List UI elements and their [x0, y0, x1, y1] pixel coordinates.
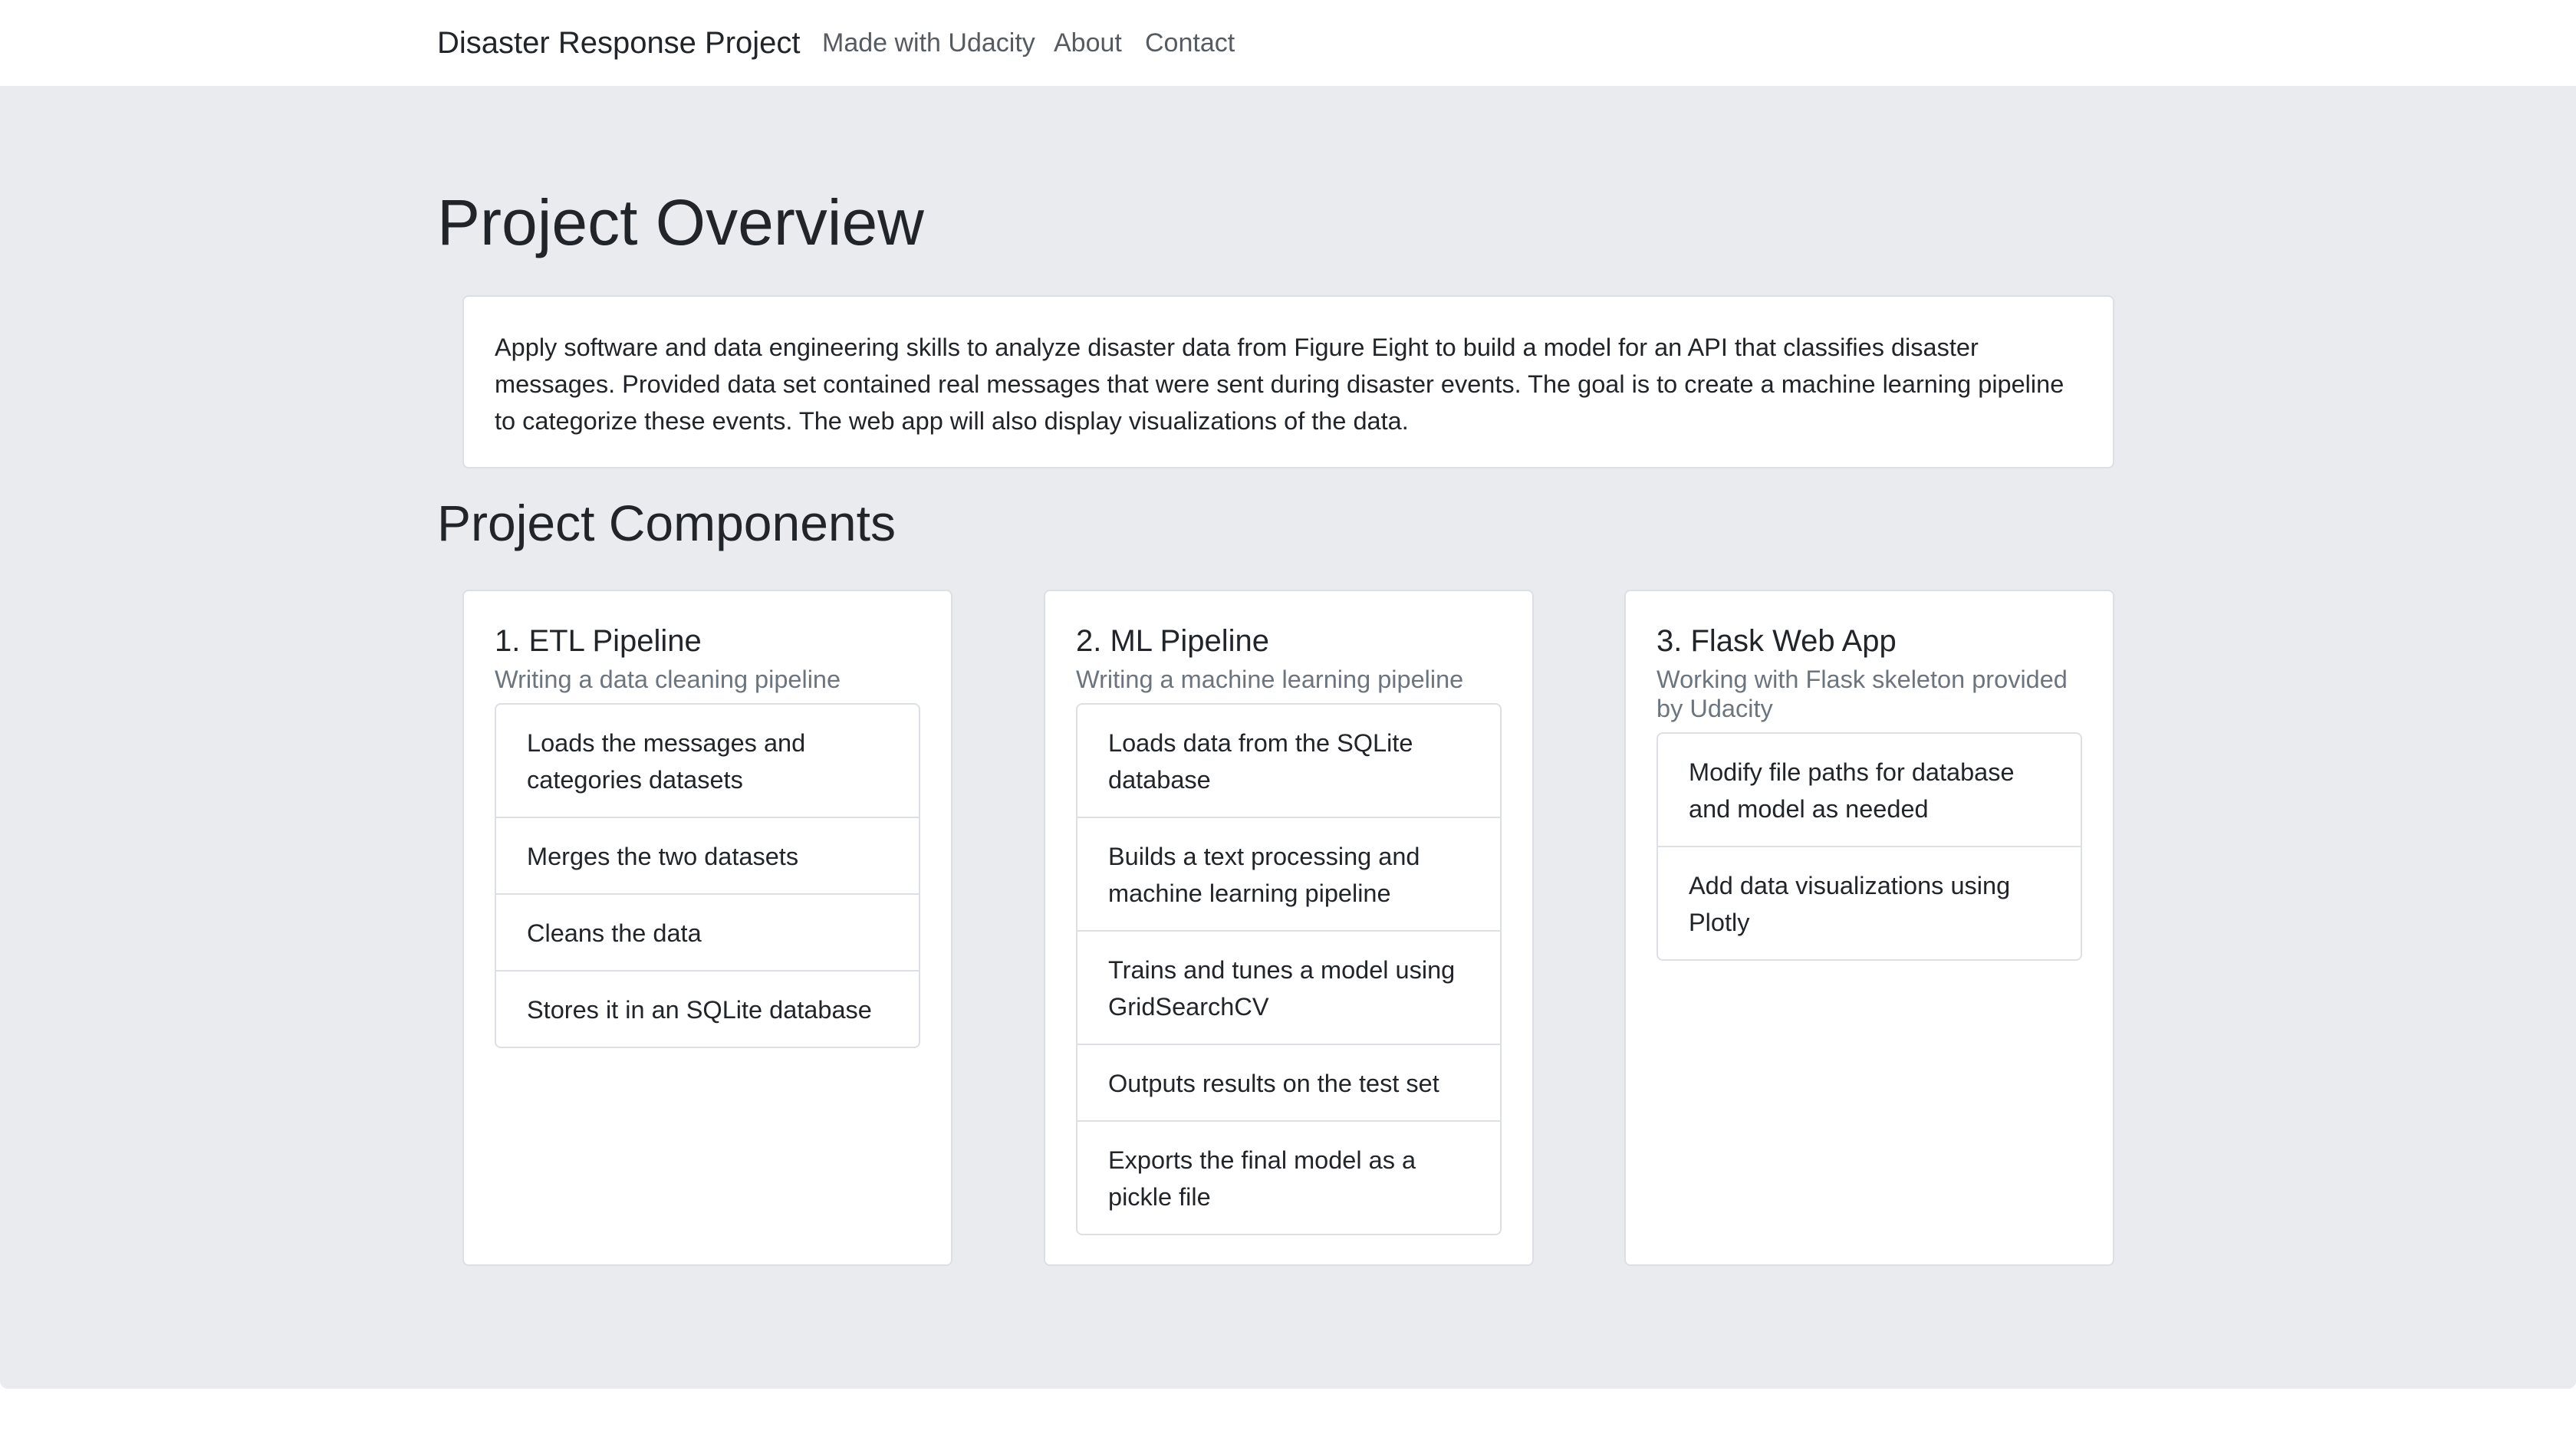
nav-link-made-with-udacity[interactable]: Made with Udacity	[822, 26, 1035, 60]
card-title: 3. Flask Web App	[1656, 624, 1897, 658]
list-item: Stores it in an SQLite database	[496, 970, 919, 1047]
card-subtitle: Working with Flask skeleton provided by …	[1656, 666, 2068, 722]
section-title-components: Project Components	[437, 495, 896, 551]
list-item: Trains and tunes a model using GridSearc…	[1077, 930, 1500, 1044]
card-list: Modify file paths for database and model…	[1656, 732, 2082, 961]
card-title: 2. ML Pipeline	[1076, 624, 1269, 658]
list-item: Builds a text processing and machine lea…	[1077, 817, 1500, 930]
card-list: Loads data from the SQLite database Buil…	[1076, 703, 1502, 1235]
list-item: Merges the two datasets	[496, 817, 919, 893]
card-title: 1. ETL Pipeline	[495, 624, 702, 658]
card-ml-pipeline: 2. ML Pipeline Writing a machine learnin…	[1044, 590, 1534, 1266]
list-item: Add data visualizations using Plotly	[1658, 846, 2081, 959]
list-item: Loads the messages and categories datase…	[527, 729, 806, 794]
list-item: Loads data from the SQLite database	[1108, 729, 1413, 794]
overview-card: Apply software and data engineering skil…	[462, 295, 2114, 468]
list-item: Outputs results on the test set	[1077, 1044, 1500, 1120]
page-title: Project Overview	[437, 186, 924, 258]
navbar-brand-link[interactable]: Disaster Response Project	[437, 24, 801, 62]
card-flask-web-app: 3. Flask Web App Working with Flask skel…	[1624, 590, 2114, 1266]
nav-link-contact[interactable]: Contact	[1145, 26, 1235, 60]
top-navbar: Disaster Response Project Made with Udac…	[0, 0, 2576, 86]
card-subtitle: Writing a machine learning pipeline	[1076, 666, 1464, 693]
card-subtitle: Writing a data cleaning pipeline	[495, 666, 841, 693]
card-etl-pipeline: 1. ETL Pipeline Writing a data cleaning …	[462, 590, 952, 1266]
list-item: Modify file paths for database and model…	[1689, 758, 2015, 823]
list-item: Exports the final model as a pickle file	[1077, 1120, 1500, 1234]
overview-description: Apply software and data engineering skil…	[495, 334, 2064, 435]
list-item: Cleans the data	[496, 893, 919, 970]
card-list: Loads the messages and categories datase…	[495, 703, 920, 1048]
nav-link-about[interactable]: About	[1054, 26, 1122, 60]
